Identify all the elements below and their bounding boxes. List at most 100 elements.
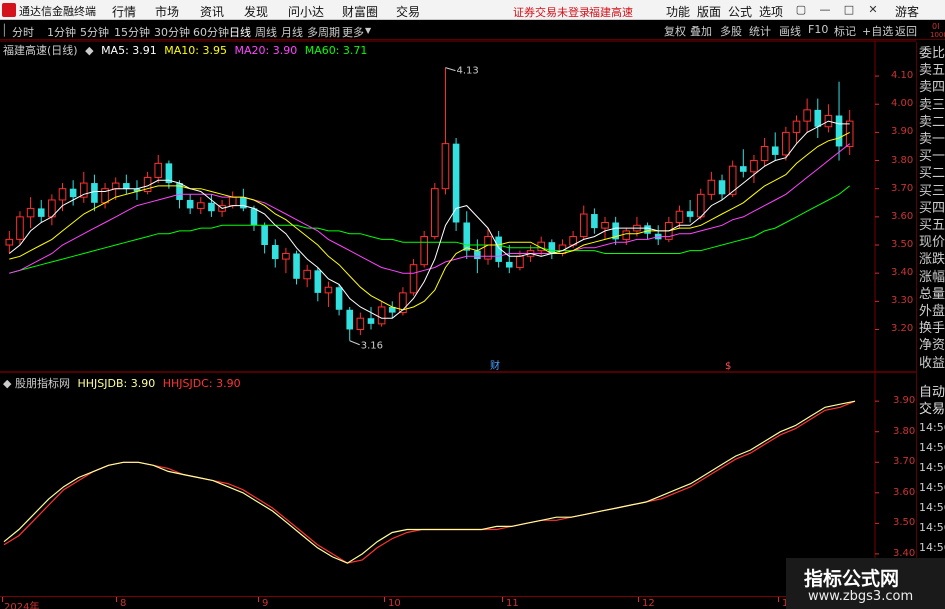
watermark-title: 指标公式网 [804,568,900,590]
candle[interactable] [707,171,716,200]
candle[interactable] [293,250,300,285]
candle[interactable] [388,301,396,319]
candle[interactable] [356,312,365,336]
dividend-event-marker[interactable]: $ [725,361,731,372]
candle[interactable] [335,284,343,316]
hhjsjdc-line [3,400,856,564]
candle[interactable] [48,194,56,226]
candle[interactable] [240,188,247,212]
candle-body [228,196,237,207]
quote-label: 涨跌 [919,252,945,268]
date-label: 11 [506,598,519,609]
main-ma-lines [8,120,851,319]
candle[interactable] [452,138,460,231]
high-marker-label: 4.13 [456,66,478,77]
quote-label: 涨幅 [919,269,945,285]
candle[interactable] [79,171,88,203]
candle[interactable] [463,211,471,260]
candle[interactable] [5,230,14,254]
indicator-name: 股朋指标网 [14,377,70,390]
candle[interactable] [771,132,779,161]
indicator-toggle-icon[interactable]: ◆ [3,377,11,390]
candle[interactable] [324,281,333,307]
candle[interactable] [261,222,268,254]
candle[interactable] [654,225,662,246]
candle[interactable] [165,160,173,189]
auto-trade-label[interactable]: 自动 [919,385,945,401]
candle[interactable] [69,180,77,206]
candle[interactable] [686,199,694,223]
candle-body [644,225,651,234]
candle[interactable] [718,174,726,200]
quote-label: 外盘 [919,304,945,319]
candle-body [505,261,513,268]
candle[interactable] [314,267,322,302]
panel-tag-2: 1000 [930,31,945,39]
candle[interactable] [409,259,418,296]
candle-body [835,115,843,147]
candle-body [111,182,120,190]
candle[interactable] [591,208,598,234]
finance-event-marker[interactable]: 财 [490,359,500,372]
candle[interactable] [548,239,556,260]
candle[interactable] [601,216,609,240]
candle[interactable] [303,264,311,288]
candle[interactable] [441,67,450,195]
candle[interactable] [675,205,684,229]
candle-body [314,270,322,293]
candle[interactable] [282,247,290,274]
candle[interactable] [579,205,588,240]
date-label: 12 [642,598,655,609]
candle-body [367,318,375,324]
candle-body [484,236,492,260]
candle[interactable] [367,306,375,330]
candle[interactable] [123,174,130,195]
candle[interactable] [760,138,769,167]
candle[interactable] [101,183,109,209]
quote-label: 买四 [919,200,945,216]
candle[interactable] [740,149,747,178]
candle-body [441,143,450,190]
high-marker-arrow [445,67,456,72]
main-ytick-label: 3.80 [891,154,914,166]
candle[interactable] [271,239,279,268]
candle[interactable] [186,194,194,215]
candle[interactable] [58,183,67,212]
quote-label: 卖三 [919,97,945,113]
candle[interactable] [154,154,163,184]
candle[interactable] [26,197,35,229]
candle[interactable] [824,104,833,133]
candle[interactable] [420,230,428,268]
candle[interactable] [196,197,205,215]
candle[interactable] [612,216,619,246]
candle[interactable] [431,183,439,240]
candle[interactable] [91,174,98,212]
candle-body [16,216,24,240]
candle[interactable] [814,98,822,139]
candle[interactable] [835,81,843,161]
candle[interactable] [37,199,45,223]
candle[interactable] [505,245,513,274]
quote-label: 总量 [919,286,945,302]
candle-body [803,109,811,122]
right-quote-panel: 委比 卖五 卖四 卖三 卖二 卖一 买一 买二 买三 买四 买五 现价 涨跌 涨幅 总量 外盘 换手 净资 收益 自动… [916,42,945,587]
candle[interactable] [133,180,141,200]
hhjsjdb-line [3,400,856,564]
tick-time: 14:56 [919,461,945,474]
candle-body [346,309,354,330]
main-candles[interactable] [5,67,854,341]
tick-time: 14:56 [919,421,945,434]
candle[interactable] [377,301,386,327]
candle[interactable] [143,171,152,195]
candle-body [782,131,790,156]
candle-body [814,109,822,127]
candle[interactable] [16,211,24,246]
candle[interactable] [792,115,801,144]
date-label: 2024年 [4,602,40,609]
site-watermark: 指标公式网 www.zbgs3.com [786,558,945,609]
date-tick-mark [384,597,385,602]
candle[interactable] [803,98,811,133]
candle[interactable] [346,306,354,341]
auto-trade-label[interactable]: 交易 [919,402,945,418]
candle[interactable] [750,154,758,184]
